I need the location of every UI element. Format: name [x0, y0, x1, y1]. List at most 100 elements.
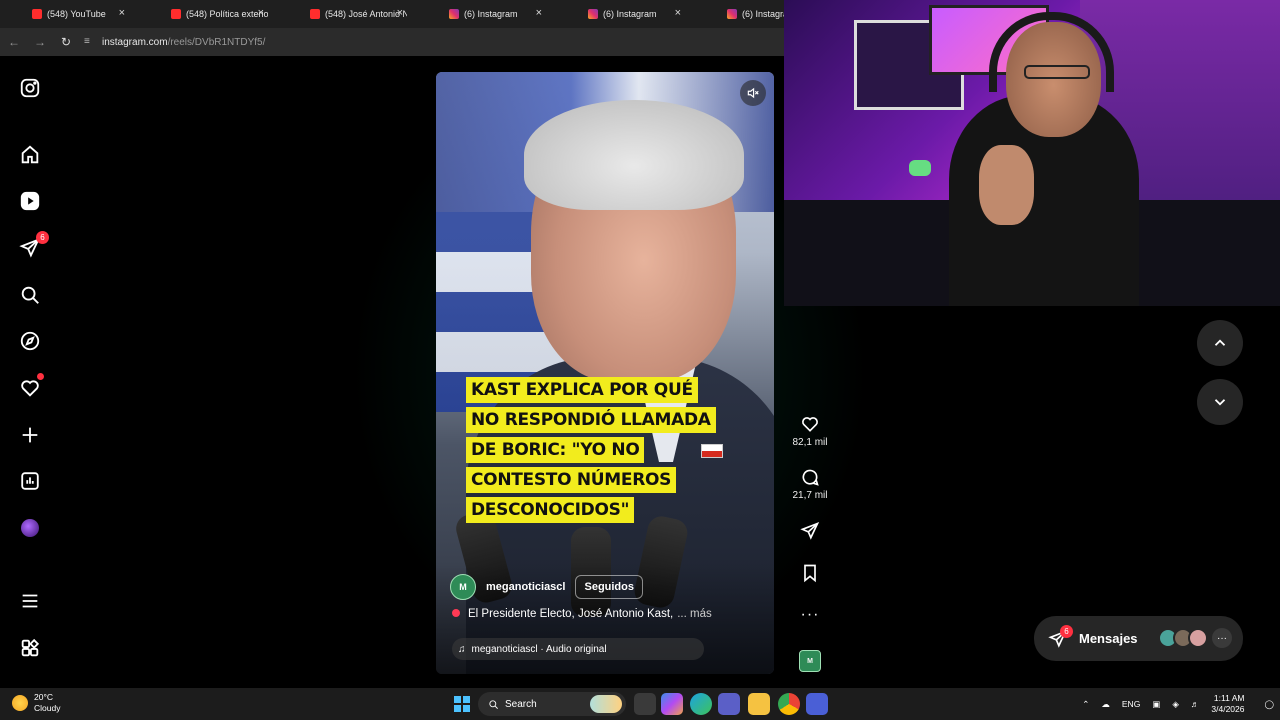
notification-badge: 6	[36, 231, 49, 244]
account-name-link[interactable]: meganoticiascl	[486, 581, 565, 593]
mute-toggle-button[interactable]	[740, 80, 766, 106]
video-subject-hair	[524, 100, 744, 210]
caption-line: NO RESPONDIÓ LLAMADA	[466, 407, 716, 433]
back-arrow-icon[interactable]: ←	[2, 30, 26, 54]
notifications-heart-icon[interactable]	[17, 373, 44, 401]
network-icon[interactable]: ◈	[1172, 699, 1179, 710]
browser-tab[interactable]: (548) José Antonio Neme×	[278, 0, 417, 28]
weather-widget[interactable]: 20°C Cloudy	[12, 692, 60, 714]
profile-avatar[interactable]	[17, 515, 43, 541]
notification-bell-icon[interactable]: ◯	[1264, 699, 1274, 710]
comment-button[interactable]: 21,7 mil	[788, 467, 832, 501]
audio-label: meganoticiascl · Audio original	[471, 643, 607, 655]
caption-line: KAST EXPLICA POR QUÉ	[466, 377, 698, 403]
save-button[interactable]	[788, 563, 832, 583]
chrome-icon[interactable]	[778, 693, 800, 715]
tab-title: (548) Política exterior y ca	[186, 9, 268, 19]
tab-title: (6) Instagra	[742, 9, 789, 19]
date: 3/4/2026	[1211, 704, 1245, 714]
reels-icon[interactable]	[17, 188, 43, 214]
browser-tab[interactable]: (6) Instagram ×	[556, 0, 695, 28]
search-highlight-icon	[590, 695, 622, 713]
app-icon[interactable]	[806, 693, 828, 715]
url-host: instagram.com	[102, 36, 168, 48]
direct-messages-icon[interactable]: 6	[17, 231, 49, 261]
site-info-icon[interactable]: ≡	[84, 36, 96, 48]
streamer-hand	[979, 145, 1034, 225]
search-icon[interactable]	[17, 282, 43, 308]
messages-badge: 6	[1060, 625, 1073, 638]
more-menu-icon[interactable]	[17, 588, 43, 614]
close-tab-icon[interactable]: ×	[258, 7, 264, 19]
share-button[interactable]	[788, 521, 832, 541]
bookmark-icon	[804, 564, 816, 583]
file-explorer-icon[interactable]	[748, 693, 770, 715]
account-avatar[interactable]: M	[450, 574, 476, 600]
tab-title: (548) José Antonio Neme	[325, 9, 407, 19]
like-button[interactable]: 82,1 mil	[788, 414, 832, 448]
status-dot-icon	[452, 609, 460, 617]
youtube-icon	[310, 9, 320, 19]
url-path: /reels/DVbR1NTDYf5/	[167, 36, 266, 48]
reel-description[interactable]: El Presidente Electo, José Antonio Kast,…	[452, 608, 712, 620]
volume-icon[interactable]: ♬	[1191, 699, 1200, 709]
teams-icon[interactable]	[718, 693, 740, 715]
caption-line: DE BORIC: "YO NO	[466, 437, 645, 463]
monitor-icon[interactable]: ▣	[1152, 699, 1160, 710]
explore-compass-icon[interactable]	[17, 328, 43, 354]
instagram-icon	[449, 9, 459, 19]
reel-account-row: M meganoticiascl Seguidos	[450, 574, 643, 600]
following-button[interactable]: Seguidos	[575, 575, 643, 599]
caption-line: CONTESTO NÚMEROS	[466, 467, 677, 493]
like-count: 82,1 mil	[792, 437, 828, 448]
home-icon[interactable]	[17, 142, 43, 168]
reload-icon[interactable]: ↻	[54, 30, 78, 54]
browser-tab[interactable]: (548) YouTube ×	[0, 0, 139, 28]
task-view-icon[interactable]	[634, 693, 656, 715]
comment-bubble-icon	[802, 469, 819, 486]
browser-tab[interactable]: (548) Política exterior y ca×	[139, 0, 278, 28]
previous-reel-button[interactable]	[1197, 320, 1243, 366]
comment-count: 21,7 mil	[792, 490, 828, 501]
account-thumbnail: M	[799, 650, 821, 672]
webcam-mouse-glow	[909, 160, 931, 176]
temperature: 20°C	[34, 692, 53, 702]
create-plus-icon[interactable]	[17, 422, 43, 448]
more-link[interactable]: ... más	[677, 608, 712, 620]
clock[interactable]: 1:11 AM 3/4/2026	[1211, 693, 1244, 715]
audio-attribution[interactable]: ♫ meganoticiascl · Audio original	[452, 638, 704, 660]
dashboard-icon[interactable]	[17, 468, 43, 494]
glasses	[1024, 65, 1090, 79]
also-from-meta-icon[interactable]	[17, 635, 43, 661]
weather-cloudy-icon	[12, 695, 28, 711]
youtube-icon	[171, 9, 181, 19]
weather-tray-icon[interactable]: ☁	[1101, 699, 1110, 710]
edge-icon[interactable]	[690, 693, 712, 715]
close-tab-icon[interactable]: ×	[675, 7, 681, 19]
copilot-icon[interactable]	[661, 693, 683, 715]
notification-dot	[37, 373, 44, 380]
contact-avatar	[1188, 628, 1208, 648]
next-reel-button[interactable]	[1197, 379, 1243, 425]
windows-taskbar: 20°C Cloudy Search ⌃ ☁ ENG ▣ ◈ ♬ 1:11 AM …	[0, 688, 1280, 720]
url-field[interactable]: ≡ instagram.com/reels/DVbR1NTDYf5/	[84, 31, 265, 53]
windows-start-icon[interactable]	[454, 696, 470, 712]
instagram-icon	[727, 9, 737, 19]
audio-thumbnail[interactable]: M	[788, 650, 832, 672]
chevron-up-icon[interactable]: ⌃	[1082, 699, 1089, 710]
browser-tab[interactable]: (6) Instagram ×	[417, 0, 556, 28]
reel-video[interactable]: KAST EXPLICA POR QUÉ NO RESPONDIÓ LLAMAD…	[436, 72, 774, 674]
paper-plane-icon	[800, 521, 820, 540]
taskbar-search[interactable]: Search	[478, 692, 626, 716]
close-tab-icon[interactable]: ×	[397, 7, 403, 19]
messages-button[interactable]: 6 Mensajes ···	[1034, 616, 1243, 661]
forward-arrow-icon[interactable]: →	[28, 30, 52, 54]
instagram-logo-icon[interactable]	[17, 75, 43, 101]
webcam-overlay	[784, 0, 1280, 306]
caption-line: DESCONOCIDOS"	[466, 497, 635, 523]
close-tab-icon[interactable]: ×	[119, 7, 125, 19]
more-options-button[interactable]: ···	[788, 606, 832, 624]
messages-label: Mensajes	[1079, 631, 1138, 646]
language-indicator[interactable]: ENG	[1122, 699, 1140, 709]
close-tab-icon[interactable]: ×	[536, 7, 542, 19]
